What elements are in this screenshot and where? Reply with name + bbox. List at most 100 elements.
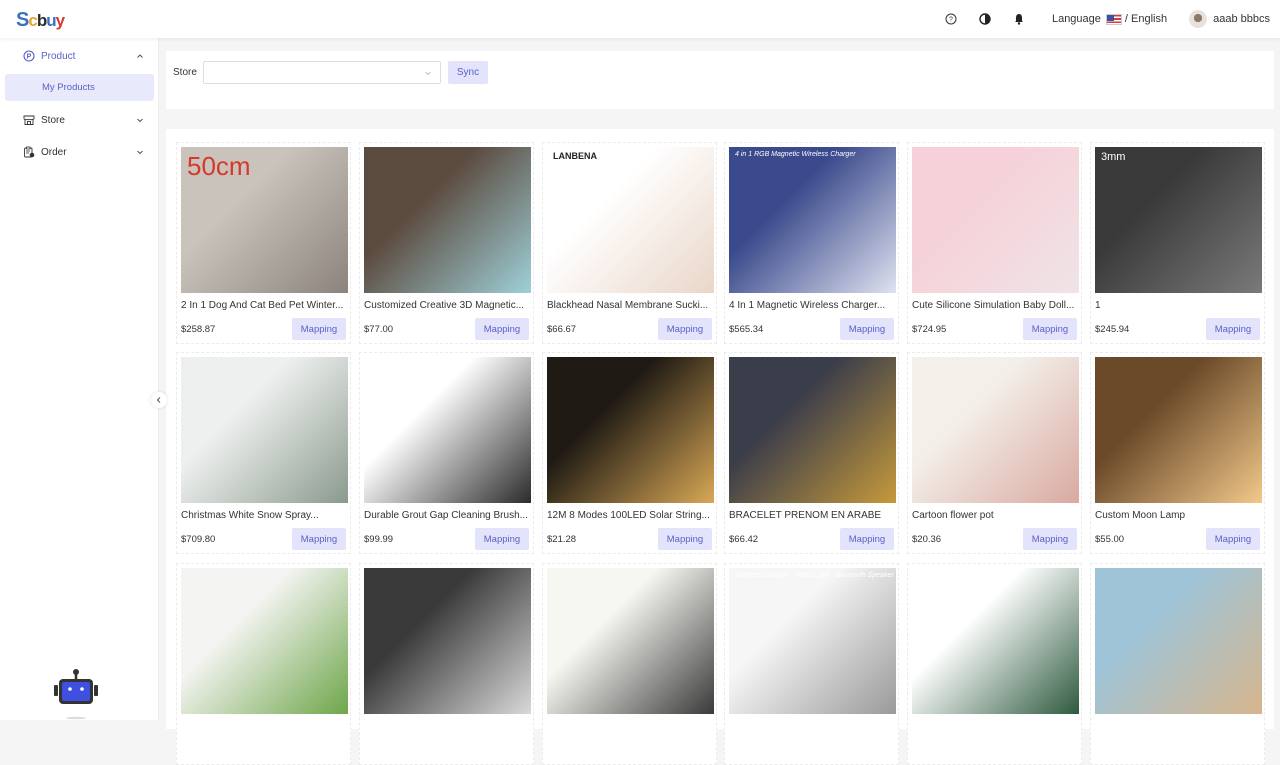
product-card[interactable] <box>542 563 717 765</box>
mapping-button[interactable]: Mapping <box>292 528 346 550</box>
product-title: 1 <box>1095 300 1101 311</box>
sidebar-item-label: Product <box>41 50 76 62</box>
product-price: $21.28 <box>547 534 577 545</box>
product-image[interactable]: 4 in 1 RGB Magnetic Wireless Charger <box>729 147 896 293</box>
mapping-button[interactable]: Mapping <box>1023 318 1077 340</box>
product-image[interactable]: LANBENA <box>547 147 714 293</box>
product-image[interactable] <box>912 568 1079 714</box>
product-title: Custom Moon Lamp <box>1095 510 1186 521</box>
sidebar-item-label: Order <box>41 146 67 158</box>
product-image[interactable]: 3mm <box>1095 147 1262 293</box>
product-image-caption: 50cm <box>187 151 251 181</box>
product-card[interactable] <box>1090 563 1265 765</box>
filter-bar: Store Sync <box>166 51 1274 109</box>
product-grid: 50cm 2 In 1 Dog And Cat Bed Pet Winter...… <box>166 129 1274 765</box>
mapping-button[interactable]: Mapping <box>1023 528 1077 550</box>
assistant-robot-icon[interactable] <box>54 668 98 720</box>
mapping-button[interactable]: Mapping <box>840 528 894 550</box>
product-image[interactable] <box>547 357 714 503</box>
chevron-down-icon <box>425 71 431 76</box>
product-image[interactable] <box>364 147 531 293</box>
product-image[interactable] <box>1095 357 1262 503</box>
product-image[interactable] <box>729 357 896 503</box>
chevron-up-icon <box>137 54 143 58</box>
product-title: Customized Creative 3D Magnetic... <box>364 300 525 311</box>
sync-button[interactable]: Sync <box>448 61 488 84</box>
product-card[interactable]: Christmas White Snow Spray... $709.80 Mapp… <box>176 352 351 554</box>
product-image-caption: LANBENA <box>553 151 597 161</box>
mapping-button[interactable]: Mapping <box>658 528 712 550</box>
collapse-sidebar-button[interactable] <box>151 392 167 408</box>
sidebar-item-label: Store <box>41 114 65 126</box>
mapping-button[interactable]: Mapping <box>1206 528 1260 550</box>
product-card[interactable]: BRACELET PRENOM EN ARABE $66.42 Mapping <box>724 352 899 554</box>
product-price: $258.87 <box>181 324 216 335</box>
product-price: $565.34 <box>729 324 764 335</box>
user-menu[interactable]: aaab bbbcs <box>1189 10 1270 28</box>
product-price: $20.36 <box>912 534 942 545</box>
sidebar-item-product[interactable]: P Product <box>0 42 159 70</box>
product-title: 4 In 1 Magnetic Wireless Charger... <box>729 300 886 311</box>
product-image[interactable] <box>181 357 348 503</box>
top-header: Scbuy ? Language / English aaab bbbcs <box>0 0 1280 38</box>
product-image-caption: Wireless Charger · Mood Light · Bluetoot… <box>735 572 894 579</box>
sidebar-item-my-products[interactable]: My Products <box>5 74 154 101</box>
store-select[interactable] <box>203 61 441 84</box>
product-card[interactable] <box>359 563 534 765</box>
svg-text:?: ? <box>949 17 953 24</box>
store-filter-label: Store <box>173 67 197 78</box>
product-image[interactable] <box>1095 568 1262 714</box>
product-price: $99.99 <box>364 534 394 545</box>
mapping-button[interactable]: Mapping <box>292 318 346 340</box>
mapping-button[interactable]: Mapping <box>840 318 894 340</box>
product-card[interactable]: Custom Moon Lamp $55.00 Mapping <box>1090 352 1265 554</box>
product-image[interactable] <box>364 357 531 503</box>
product-card[interactable] <box>907 563 1082 765</box>
product-image[interactable] <box>181 568 348 714</box>
product-card[interactable]: Wireless Charger · Mood Light · Bluetoot… <box>724 563 899 765</box>
language-label: Language <box>1051 13 1101 25</box>
theme-toggle-icon[interactable] <box>978 12 992 26</box>
mapping-button[interactable]: Mapping <box>475 528 529 550</box>
sidebar: P Product My Products Store Order <box>0 38 159 720</box>
product-card[interactable]: 50cm 2 In 1 Dog And Cat Bed Pet Winter...… <box>176 142 351 344</box>
product-title: BRACELET PRENOM EN ARABE <box>729 510 882 521</box>
avatar <box>1189 10 1208 28</box>
language-selector[interactable]: Language / English <box>1052 13 1167 25</box>
sidebar-item-store[interactable]: Store <box>0 106 159 134</box>
product-image[interactable] <box>912 147 1079 293</box>
mapping-button[interactable]: Mapping <box>1206 318 1260 340</box>
product-image[interactable] <box>547 568 714 714</box>
product-card[interactable]: Cartoon flower pot $20.36 Mapping <box>907 352 1082 554</box>
bell-icon[interactable] <box>1012 12 1026 26</box>
product-image[interactable] <box>912 357 1079 503</box>
product-card[interactable]: Cute Silicone Simulation Baby Doll... $72… <box>907 142 1082 344</box>
sidebar-item-label: My Products <box>42 82 95 93</box>
language-value: / English <box>1124 13 1168 25</box>
logo[interactable]: Scbuy <box>16 9 65 32</box>
product-title: 2 In 1 Dog And Cat Bed Pet Winter... <box>181 300 344 311</box>
user-name: aaab bbbcs <box>1213 13 1270 25</box>
store-icon <box>23 114 35 126</box>
product-price: $66.67 <box>547 324 577 335</box>
product-price: $709.80 <box>181 534 216 545</box>
product-title: Blackhead Nasal Membrane Sucki... <box>547 300 709 311</box>
product-card[interactable]: 3mm 1 $245.94 Mapping <box>1090 142 1265 344</box>
product-title: 12M 8 Modes 100LED Solar String... <box>547 510 710 521</box>
product-image[interactable]: Wireless Charger · Mood Light · Bluetoot… <box>729 568 896 714</box>
product-card[interactable]: LANBENA Blackhead Nasal Membrane Sucki...… <box>542 142 717 344</box>
product-card[interactable]: Durable Grout Gap Cleaning Brush... $99.9… <box>359 352 534 554</box>
product-title: Durable Grout Gap Cleaning Brush... <box>364 510 528 521</box>
product-image[interactable] <box>364 568 531 714</box>
product-card[interactable] <box>176 563 351 765</box>
sidebar-item-order[interactable]: Order <box>0 138 159 166</box>
product-image[interactable]: 50cm <box>181 147 348 293</box>
mapping-button[interactable]: Mapping <box>475 318 529 340</box>
product-card[interactable]: 12M 8 Modes 100LED Solar String... $21.28… <box>542 352 717 554</box>
product-card[interactable]: 4 in 1 RGB Magnetic Wireless Charger 4 In… <box>724 142 899 344</box>
product-card[interactable]: Customized Creative 3D Magnetic... $77.00… <box>359 142 534 344</box>
product-icon: P <box>23 50 35 62</box>
mapping-button[interactable]: Mapping <box>658 318 712 340</box>
help-icon[interactable]: ? <box>944 12 958 26</box>
order-icon <box>23 146 35 158</box>
